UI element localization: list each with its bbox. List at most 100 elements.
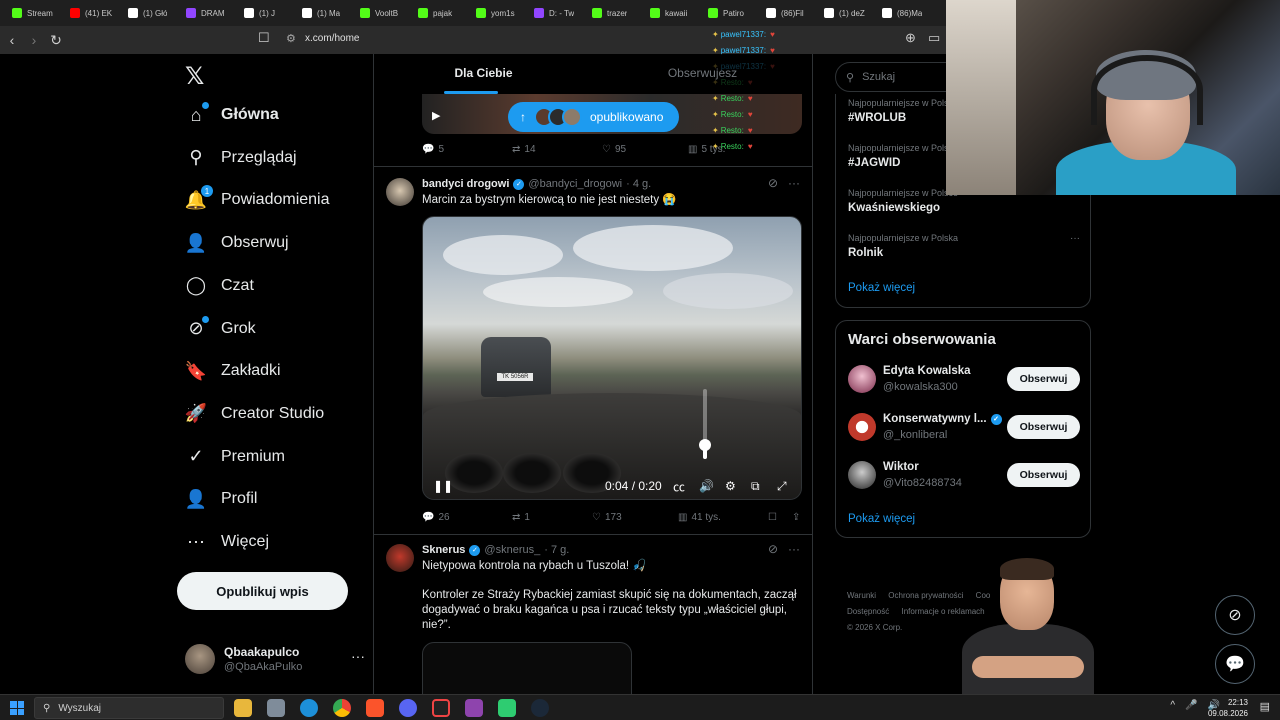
avatar[interactable] (386, 178, 414, 206)
chevron-up-icon[interactable]: ^ (1170, 700, 1175, 711)
tab-following[interactable]: Obserwujesz (593, 54, 812, 94)
browser-tab[interactable]: VooltB (354, 2, 410, 24)
obs-icon[interactable] (432, 699, 450, 717)
follow-button[interactable]: Obserwuj (1007, 415, 1080, 439)
nav-item-2[interactable]: 🔔 1 Powiadomienia (185, 185, 330, 211)
follow-button[interactable]: Obserwuj (1007, 367, 1080, 391)
bookmark-page-icon[interactable]: ☐ (258, 30, 270, 46)
browser-tab[interactable]: (86)Fil (760, 2, 816, 24)
browser-tab[interactable]: pajak (412, 2, 468, 24)
chrome-icon[interactable] (333, 699, 351, 717)
microphone-icon[interactable]: 🎤 (1185, 700, 1197, 711)
browser-tab[interactable]: (1) deZ (818, 2, 874, 24)
grok-icon[interactable]: ⊘ (768, 542, 778, 556)
account-name[interactable]: Edyta Kowalska (883, 365, 971, 377)
browser-tab[interactable]: DRAM (180, 2, 236, 24)
repost-button[interactable]: ⇄ 14 (512, 144, 602, 155)
browser-tab[interactable]: trazer (586, 2, 642, 24)
browser-tab[interactable]: Patiro (702, 2, 758, 24)
nav-item-0[interactable]: ⌂ Główna (185, 102, 279, 126)
settings-icon[interactable]: ⚙ (725, 479, 736, 493)
trend-item[interactable]: Najpopularniejsze w Polska Rolnik ··· (848, 233, 1080, 259)
avatar[interactable] (848, 461, 876, 489)
brave-icon[interactable] (366, 699, 384, 717)
more-icon[interactable]: ··· (788, 176, 800, 190)
tab-for-you[interactable]: Dla Ciebie (374, 54, 593, 94)
nav-item-3[interactable]: 👤 Obserwuj (185, 232, 289, 254)
grok-fab-icon[interactable]: ⊘ (1215, 595, 1255, 635)
browser-tab[interactable]: D: - Tw (528, 2, 584, 24)
follow-button[interactable]: Obserwuj (1007, 463, 1080, 487)
browser-tab[interactable]: kawaii (644, 2, 700, 24)
author-name[interactable]: Sknerus (422, 544, 465, 556)
fullscreen-icon[interactable]: ⤢ (777, 479, 787, 494)
footer-link[interactable]: Ochrona prywatności (888, 591, 963, 600)
more-icon[interactable]: ··· (788, 542, 800, 556)
volume-icon[interactable]: 🔊 (699, 479, 714, 493)
video-player[interactable]: TK 5056R ❚❚ 0:04 / 0:20 ㏄ 🔊 ⚙ ⧉ ⤢ (422, 216, 802, 500)
account-name[interactable]: Konserwatywny l... ✓ (883, 413, 1002, 425)
footer-link[interactable]: Warunki (847, 591, 876, 600)
pause-icon[interactable]: ❚❚ (433, 479, 453, 493)
file-explorer-icon[interactable] (234, 699, 252, 717)
nav-item-4[interactable]: ◯ Czat (185, 275, 254, 297)
notifications-icon[interactable]: ▤ (1260, 700, 1270, 713)
nav-item-6[interactable]: 🔖 Zakładki (185, 360, 281, 382)
nav-item-5[interactable]: ⊘ Grok (185, 315, 256, 340)
nav-item-10[interactable]: ⋯ Więcej (185, 531, 269, 553)
browser-tab[interactable]: Stream (6, 2, 62, 24)
x-logo-icon[interactable]: 𝕏 (185, 62, 204, 90)
repost-button[interactable]: ⇄ 1 (512, 512, 592, 523)
share-button[interactable]: ⇪ (792, 512, 800, 523)
captions-icon[interactable]: ㏄ (673, 478, 685, 495)
browser-tab[interactable]: (1) J (238, 2, 294, 24)
post-time[interactable]: · 4 g. (626, 178, 651, 190)
site-info-icon[interactable]: ⚙ (286, 32, 296, 45)
bookmark-button[interactable]: ☐ (768, 512, 792, 523)
suggested-account[interactable]: Wiktor @Vito82488734 Obserwuj (848, 461, 1080, 497)
clock[interactable]: 22:13 09.08.2026 (1208, 697, 1248, 719)
author-handle[interactable]: @bandyci_drogowi (528, 178, 622, 190)
views-button[interactable]: ▥ 41 tys. (678, 512, 768, 523)
author-name[interactable]: bandyci drogowi (422, 178, 509, 190)
grok-icon[interactable]: ⊘ (768, 176, 778, 190)
browser-tab[interactable]: (1) Głó (122, 2, 178, 24)
zoom-icon[interactable]: ⊕ (905, 30, 916, 46)
avatar[interactable] (848, 413, 876, 441)
more-icon[interactable]: ··· (351, 648, 365, 664)
author-handle[interactable]: @sknerus_ (484, 544, 540, 556)
extension-icon[interactable]: ▭ (928, 30, 940, 46)
nav-item-9[interactable]: 👤 Profil (185, 488, 258, 510)
messages-fab-icon[interactable]: 💬 (1215, 644, 1255, 684)
nav-item-1[interactable]: ⚲ Przeglądaj (185, 147, 296, 169)
more-icon[interactable]: ··· (1070, 233, 1080, 244)
suggested-account[interactable]: Konserwatywny l... ✓ @_konliberal Obserwuj (848, 413, 1080, 449)
media-preview[interactable] (422, 642, 632, 694)
app-icon[interactable] (267, 699, 285, 717)
taskbar-search[interactable]: ⚲ Wyszukaj (34, 697, 224, 719)
edge-icon[interactable] (300, 699, 318, 717)
back-icon[interactable]: ‹ (2, 30, 22, 50)
reply-button[interactable]: 💬 26 (422, 512, 512, 523)
trends-show-more[interactable]: Pokaż więcej (848, 282, 915, 294)
volume-slider[interactable] (699, 389, 711, 459)
like-button[interactable]: ♡ 95 (602, 144, 688, 155)
kick-icon[interactable] (498, 699, 516, 717)
browser-tab[interactable]: (1) Ma (296, 2, 352, 24)
new-posts-pill[interactable]: ↑ opublikowano (508, 102, 680, 132)
post-button[interactable]: Opublikuj wpis (177, 572, 348, 610)
nav-item-7[interactable]: 🚀 Creator Studio (185, 403, 324, 425)
account-name[interactable]: Wiktor (883, 461, 919, 473)
post-time[interactable]: · 7 g. (544, 544, 569, 556)
nav-item-8[interactable]: ✓ Premium (185, 446, 285, 468)
steam-icon[interactable] (531, 699, 549, 717)
browser-tab[interactable]: yom1s (470, 2, 526, 24)
reply-button[interactable]: 💬 5 (422, 144, 512, 155)
avatar[interactable] (848, 365, 876, 393)
avatar[interactable] (386, 544, 414, 572)
play-icon[interactable]: ▶ (432, 109, 440, 122)
suggested-account[interactable]: Edyta Kowalska @kowalska300 Obserwuj (848, 365, 1080, 401)
browser-tab[interactable]: (41) EK (64, 2, 120, 24)
footer-link[interactable]: Dostępność (847, 607, 889, 616)
like-button[interactable]: ♡ 173 (592, 512, 678, 523)
